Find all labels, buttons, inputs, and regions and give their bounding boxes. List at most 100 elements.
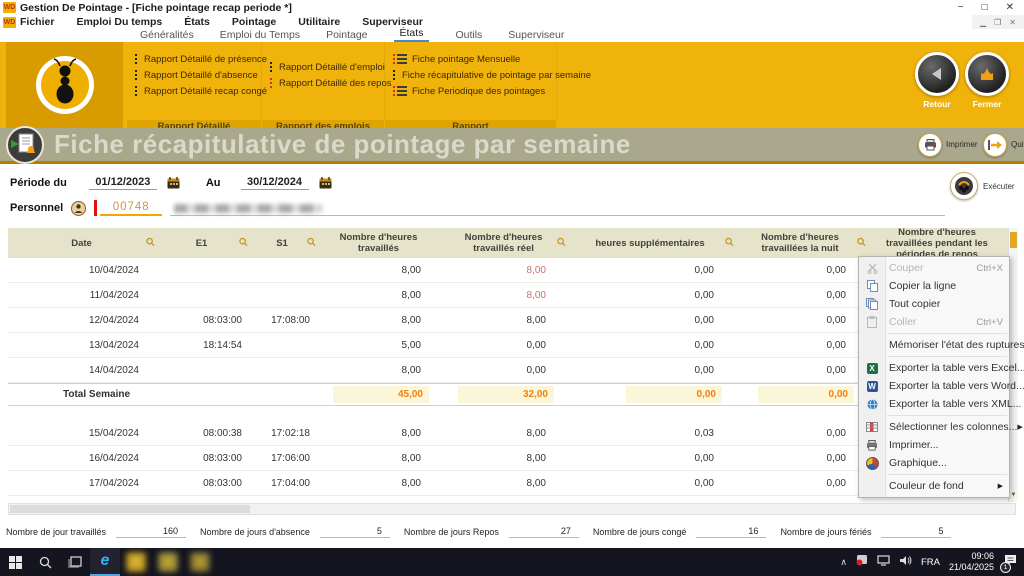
menu-item-export-excel[interactable]: X Exporter la table vers Excel... xyxy=(859,359,1009,377)
blurred-app-icon[interactable] xyxy=(158,552,178,572)
menu-pointage[interactable]: Pointage xyxy=(232,16,276,28)
stat-value: 16 xyxy=(696,526,766,538)
personnel-code-field[interactable]: 00748 xyxy=(100,201,162,216)
date-to-field[interactable]: 30/12/2024 xyxy=(241,176,309,190)
btn-rapport-detaille-recap-conge[interactable]: Rapport Détaillé recap congé xyxy=(135,85,253,97)
taskbar-search-icon[interactable] xyxy=(30,548,60,576)
tab-outils[interactable]: Outils xyxy=(455,29,482,42)
mdi-window-controls: ▁ ❐ ✕ xyxy=(972,15,1024,29)
column-header-heures-reel[interactable]: Nombre d'heures travaillés réel xyxy=(441,233,566,255)
close-button[interactable]: ✕ xyxy=(1006,2,1014,13)
menu-item-export-word[interactable]: W Exporter la table vers Word... xyxy=(859,377,1009,395)
btn-rapport-detaille-presence[interactable]: Rapport Détaillé de présence xyxy=(135,53,253,65)
menu-item-imprimer[interactable]: Imprimer... xyxy=(859,436,1009,454)
ant-logo-icon xyxy=(34,54,96,116)
menu-etats[interactable]: États xyxy=(184,16,210,28)
menu-item-graphique[interactable]: Graphique... xyxy=(859,454,1009,472)
stat-jours-feries: Nombre de jours fériés5 xyxy=(780,526,951,538)
stat-value: 160 xyxy=(116,526,186,538)
calendar-icon[interactable] xyxy=(319,177,332,189)
column-header-heures-nuit[interactable]: Nombre d'heures travaillées la nuit xyxy=(734,233,866,255)
menu-item-memoriser-ruptures[interactable]: Mémoriser l'état des ruptures xyxy=(859,336,1009,354)
search-icon[interactable] xyxy=(146,238,155,251)
column-header-heures-supp[interactable]: heures supplémentaires xyxy=(566,239,734,250)
mdi-restore-button[interactable]: ❐ xyxy=(994,18,1001,27)
personnel-name-field[interactable] xyxy=(170,201,945,216)
imprimer-button[interactable]: Imprimer xyxy=(918,133,978,157)
globe-xml-icon xyxy=(859,399,885,410)
search-icon[interactable] xyxy=(557,238,566,251)
menu-fichier[interactable]: Fichier xyxy=(20,16,54,28)
stat-value: 5 xyxy=(320,526,390,538)
personnel-label: Personnel xyxy=(10,202,63,214)
column-header-e1[interactable]: E1 xyxy=(155,239,248,250)
scrollbar-thumb[interactable] xyxy=(1010,232,1017,248)
tab-superviseur[interactable]: Superviseur xyxy=(508,29,564,42)
ribbon: Rapport Détaillé de présence Rapport Dét… xyxy=(0,42,1024,128)
back-arrow-icon xyxy=(915,52,959,96)
search-icon[interactable] xyxy=(307,238,316,251)
report-list-icon xyxy=(393,85,407,97)
blurred-app-icon[interactable] xyxy=(126,552,146,572)
network-icon[interactable] xyxy=(877,553,890,571)
minimize-button[interactable]: − xyxy=(958,2,964,13)
quitter-button[interactable]: Quitter xyxy=(983,133,1024,157)
start-button[interactable] xyxy=(0,548,30,576)
tab-etats[interactable]: États xyxy=(394,27,430,42)
maximize-button[interactable]: □ xyxy=(982,2,988,13)
blurred-app-icon[interactable] xyxy=(190,552,210,572)
menu-item-export-xml[interactable]: Exporter la table vers XML... xyxy=(859,395,1009,413)
menu-item-selectionner-colonnes[interactable]: Sélectionner les colonnes...▶ xyxy=(859,418,1009,436)
column-header-s1[interactable]: S1 xyxy=(248,239,316,250)
column-header-heures-travailles[interactable]: Nombre d'heures travaillés xyxy=(316,233,441,255)
calendar-icon[interactable] xyxy=(167,177,180,189)
executer-icon xyxy=(950,172,978,200)
action-center-icon[interactable]: 1 xyxy=(1003,553,1018,572)
menu-utilitaire[interactable]: Utilitaire xyxy=(298,16,340,28)
submenu-arrow-icon: ▶ xyxy=(1017,423,1022,431)
person-icon[interactable] xyxy=(71,201,86,216)
keyboard-language[interactable]: FRA xyxy=(921,557,940,568)
search-icon[interactable] xyxy=(857,238,866,251)
mdi-minimize-button[interactable]: ▁ xyxy=(980,18,986,27)
menu-item-couleur-fond[interactable]: Couleur de fond▶ xyxy=(859,477,1009,495)
btn-fiche-recap-semaine[interactable]: Fiche récapitulative de pointage par sem… xyxy=(393,69,548,81)
search-icon[interactable] xyxy=(725,238,734,251)
column-header-date[interactable]: Date xyxy=(8,239,155,250)
tab-emploi-du-temps[interactable]: Emploi du Temps xyxy=(220,29,300,42)
menu-item-copier-ligne[interactable]: Copier la ligne xyxy=(859,277,1009,295)
taskbar-clock[interactable]: 09:0621/04/2025 xyxy=(949,551,994,574)
total-value: 32,00 xyxy=(458,386,554,403)
scrollbar-thumb[interactable] xyxy=(10,505,250,513)
periode-label: Période du xyxy=(10,177,67,189)
stat-jours-absence: Nombre de jours d'absence5 xyxy=(200,526,390,538)
executer-button[interactable]: Exécuter xyxy=(950,172,1015,200)
btn-fiche-pointage-mensuelle[interactable]: Fiche pointage Mensuelle xyxy=(393,53,548,65)
notification-badge: 1 xyxy=(1000,562,1011,573)
volume-icon[interactable] xyxy=(899,553,912,571)
btn-rapport-detaille-absence[interactable]: Rapport Détaillé d'absence xyxy=(135,69,253,81)
menu-separator xyxy=(887,474,1007,475)
tab-generalites[interactable]: Généralités xyxy=(140,29,194,42)
btn-rapport-detaille-emploi[interactable]: Rapport Détaillé d'emploi xyxy=(270,61,376,73)
btn-rapport-detaille-repos[interactable]: Rapport Détaillé des repos xyxy=(270,77,376,89)
scroll-down-arrow[interactable]: ▼ xyxy=(1009,490,1018,501)
fermer-button[interactable]: Fermer xyxy=(957,52,1017,109)
tray-expand-icon[interactable]: ∧ xyxy=(840,557,847,568)
mdi-close-button[interactable]: ✕ xyxy=(1009,18,1016,27)
horizontal-scrollbar[interactable] xyxy=(8,503,1016,515)
exit-arrow-icon xyxy=(983,133,1007,157)
menu-item-tout-copier[interactable]: Tout copier xyxy=(859,295,1009,313)
mdi-child-icon: WD xyxy=(3,17,16,28)
word-icon: W xyxy=(859,381,885,392)
btn-fiche-periodique[interactable]: Fiche Periodique des pointages xyxy=(393,85,548,97)
date-from-field[interactable]: 01/12/2023 xyxy=(89,176,157,190)
task-view-icon[interactable] xyxy=(60,548,90,576)
search-icon[interactable] xyxy=(239,238,248,251)
tab-pointage[interactable]: Pointage xyxy=(326,29,367,42)
total-value: 45,00 xyxy=(333,386,429,403)
internet-explorer-icon[interactable]: e xyxy=(90,548,120,576)
tray-alert-icon[interactable] xyxy=(856,553,868,571)
report-list-icon xyxy=(135,85,139,97)
menu-emploi-du-temps[interactable]: Emploi Du temps xyxy=(76,16,162,28)
